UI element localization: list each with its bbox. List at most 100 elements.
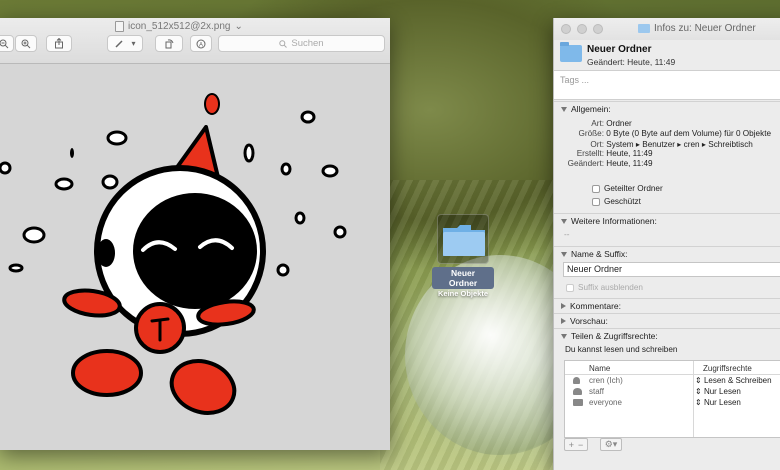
mascot-image bbox=[0, 93, 347, 415]
permission-name: everyone bbox=[589, 398, 622, 407]
name-field[interactable]: Neuer Ordner bbox=[563, 262, 780, 277]
svg-text:A: A bbox=[199, 42, 203, 48]
disclosure-open-icon bbox=[561, 106, 567, 112]
section-comments-label: Kommentare: bbox=[570, 301, 622, 311]
rotate-button[interactable] bbox=[155, 35, 183, 52]
column-rights-header[interactable]: Zugriffsrechte bbox=[703, 364, 752, 373]
desktop-folder-selection bbox=[437, 214, 489, 264]
hide-extension-label: Suffix ausblenden bbox=[578, 283, 643, 292]
disclosure-open-icon bbox=[561, 218, 567, 224]
info-title: Infos zu: Neuer Ordner bbox=[638, 23, 756, 34]
desktop-folder-icon[interactable]: Neuer Ordner Keine Objekte bbox=[432, 214, 494, 298]
remove-user-button[interactable]: − bbox=[578, 440, 583, 450]
share-icon bbox=[55, 38, 63, 49]
info-titlebar: Infos zu: Neuer Ordner bbox=[554, 18, 780, 40]
preview-window: icon_512x512@2x.png ⌄ ▾ A Suchen bbox=[0, 18, 390, 450]
section-more-info-label: Weitere Informationen: bbox=[571, 216, 657, 226]
general-location: Ort: System ▸ Benutzer ▸ cren ▸ Schreibt… bbox=[590, 140, 753, 149]
section-general-header[interactable]: Allgemein: bbox=[554, 102, 780, 116]
general-size: Größe: 0 Byte (0 Byte auf dem Volume) fü… bbox=[578, 129, 772, 138]
permissions-header: Name Zugriffsrechte bbox=[565, 361, 780, 375]
permissions-toolbar: + − ⚙▾ bbox=[564, 438, 622, 452]
folder-icon bbox=[443, 225, 485, 256]
section-sharing-header[interactable]: Teilen & Zugriffsrechte: bbox=[554, 329, 780, 343]
permission-select[interactable]: ⇕ Lesen & Schreiben bbox=[695, 376, 772, 385]
section-comments: Kommentare: bbox=[554, 298, 780, 313]
section-preview-label: Vorschau: bbox=[570, 316, 608, 326]
section-name-ext-label: Name & Suffix: bbox=[571, 249, 628, 259]
section-general: Allgemein: bbox=[554, 101, 780, 116]
section-sharing: Teilen & Zugriffsrechte: bbox=[554, 328, 780, 343]
general-kind: Art: Ordner bbox=[591, 119, 632, 128]
search-icon bbox=[279, 39, 288, 48]
item-name: Neuer Ordner bbox=[587, 44, 652, 55]
hide-extension-checkbox[interactable]: Suffix ausblenden bbox=[566, 283, 643, 292]
permission-row-staff[interactable]: staff ⇕ Nur Lesen bbox=[565, 386, 780, 397]
folder-icon bbox=[638, 24, 650, 33]
rotate-icon bbox=[165, 38, 174, 48]
section-name-ext-header[interactable]: Name & Suffix: bbox=[554, 247, 780, 261]
file-icon bbox=[115, 21, 124, 32]
permission-name: cren (Ich) bbox=[589, 376, 623, 385]
shared-folder-label: Geteilter Ordner bbox=[604, 184, 663, 193]
info-header: Neuer Ordner Geändert: Heute, 11:49 bbox=[560, 42, 780, 73]
search-placeholder: Suchen bbox=[291, 38, 324, 49]
disclosure-closed-icon bbox=[561, 303, 566, 309]
window-controls bbox=[561, 24, 603, 34]
more-info-value: -- bbox=[564, 230, 570, 239]
annotate-button[interactable]: A bbox=[190, 35, 212, 52]
search-field[interactable]: Suchen bbox=[218, 35, 385, 52]
checkbox-box bbox=[592, 197, 600, 206]
markup-pen-icon bbox=[115, 39, 124, 48]
locked-checkbox[interactable]: Geschützt bbox=[592, 197, 641, 206]
disclosure-open-icon bbox=[561, 251, 567, 257]
sharing-note: Du kannst lesen und schreiben bbox=[565, 345, 678, 354]
permission-row-user[interactable]: cren (Ich) ⇕ Lesen & Schreiben bbox=[565, 375, 780, 386]
everyone-icon bbox=[573, 399, 583, 406]
general-created: Erstellt: Heute, 11:49 bbox=[576, 149, 653, 158]
info-window: Infos zu: Neuer Ordner Neuer Ordner Geän… bbox=[553, 18, 780, 470]
zoom-button[interactable] bbox=[593, 24, 603, 34]
folder-icon bbox=[560, 42, 582, 62]
permission-row-everyone[interactable]: everyone ⇕ Nur Lesen bbox=[565, 397, 780, 408]
checkbox-box bbox=[592, 184, 600, 193]
column-name-header[interactable]: Name bbox=[589, 364, 610, 373]
permissions-table: Name Zugriffsrechte cren (Ich) ⇕ Lesen &… bbox=[564, 360, 780, 438]
section-more-info: Weitere Informationen: bbox=[554, 213, 780, 228]
zoom-in-icon bbox=[21, 39, 31, 48]
preview-title[interactable]: icon_512x512@2x.png ⌄ bbox=[115, 21, 243, 32]
add-user-button[interactable]: + bbox=[569, 440, 574, 450]
permission-select[interactable]: ⇕ Nur Lesen bbox=[695, 387, 741, 396]
zoom-in-button[interactable] bbox=[15, 35, 37, 52]
permission-select[interactable]: ⇕ Nur Lesen bbox=[695, 398, 741, 407]
section-more-info-header[interactable]: Weitere Informationen: bbox=[554, 214, 780, 228]
chevron-down-icon[interactable]: ⌄ bbox=[234, 21, 242, 32]
share-button[interactable] bbox=[46, 35, 72, 52]
shared-folder-checkbox[interactable]: Geteilter Ordner bbox=[592, 184, 663, 193]
action-menu-button[interactable]: ⚙▾ bbox=[600, 438, 622, 451]
zoom-out-button[interactable] bbox=[0, 35, 14, 52]
group-icon bbox=[573, 388, 582, 395]
markup-button[interactable]: ▾ bbox=[107, 35, 143, 52]
chevron-down-icon: ▾ bbox=[131, 39, 136, 48]
tags-placeholder: Tags ... bbox=[560, 75, 590, 85]
desktop-folder-name: Neuer Ordner bbox=[432, 267, 494, 289]
section-general-label: Allgemein: bbox=[571, 104, 611, 114]
zoom-out-icon bbox=[0, 39, 9, 48]
section-sharing-label: Teilen & Zugriffsrechte: bbox=[571, 331, 658, 341]
section-comments-header[interactable]: Kommentare: bbox=[554, 299, 780, 313]
checkbox-box bbox=[566, 283, 574, 292]
user-icon bbox=[573, 377, 580, 384]
section-preview: Vorschau: bbox=[554, 313, 780, 328]
tags-field[interactable]: Tags ... bbox=[554, 70, 780, 100]
preview-title-text: icon_512x512@2x.png bbox=[128, 21, 231, 32]
close-button[interactable] bbox=[561, 24, 571, 34]
image-canvas[interactable] bbox=[0, 65, 390, 450]
item-modified: Geändert: Heute, 11:49 bbox=[587, 57, 676, 67]
annotate-icon: A bbox=[196, 39, 206, 48]
info-title-text: Infos zu: Neuer Ordner bbox=[654, 23, 756, 34]
section-preview-header[interactable]: Vorschau: bbox=[554, 314, 780, 328]
general-modified: Geändert: Heute, 11:49 bbox=[567, 159, 653, 168]
minimize-button[interactable] bbox=[577, 24, 587, 34]
add-remove-buttons: + − bbox=[564, 438, 588, 451]
